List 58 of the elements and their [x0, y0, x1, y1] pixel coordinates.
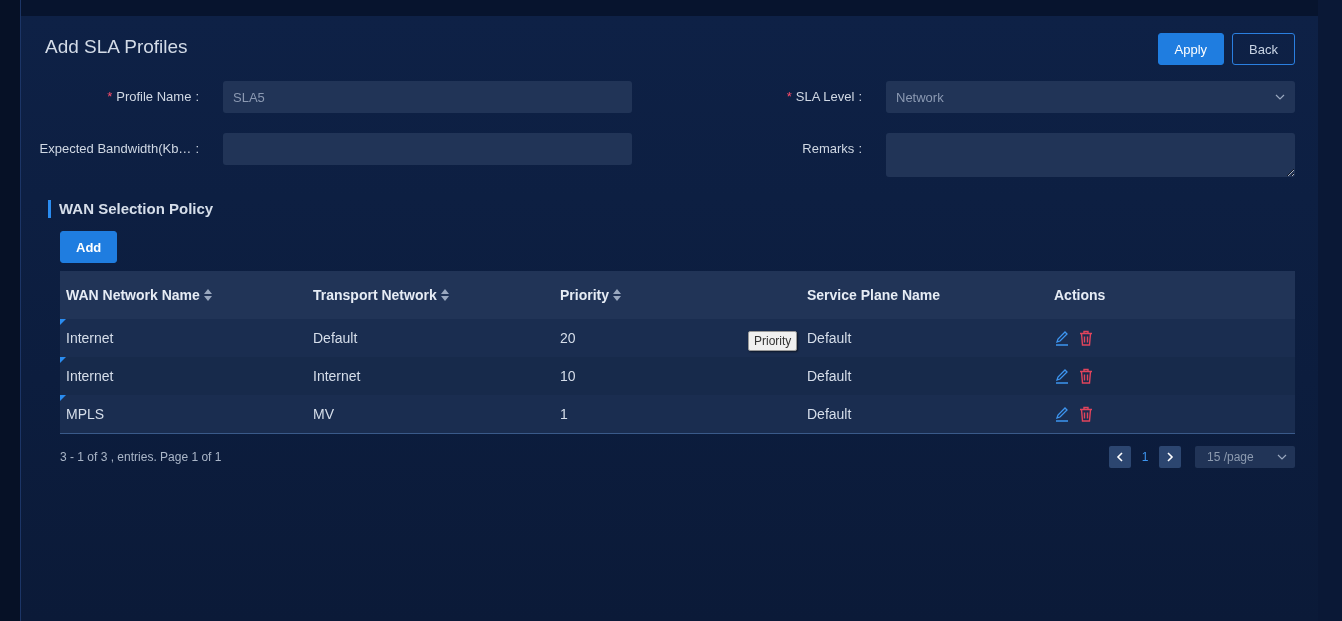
chevron-right-icon [1166, 452, 1174, 462]
sort-icon[interactable] [203, 289, 212, 301]
trash-icon[interactable] [1078, 406, 1094, 422]
table-cell: MPLS [66, 406, 105, 422]
edit-icon[interactable] [1054, 368, 1070, 384]
column-header: Actions [1053, 287, 1107, 303]
section-title: WAN Selection Policy [48, 200, 1295, 218]
chevron-down-icon [1275, 94, 1285, 100]
page-number[interactable]: 1 [1131, 450, 1159, 464]
page-title: Add SLA Profiles [45, 36, 189, 58]
sort-icon[interactable] [440, 289, 449, 301]
edit-icon[interactable] [1054, 330, 1070, 346]
field-label: Expected Bandwidth(Kb… [39, 141, 192, 156]
add-button[interactable]: Add [60, 231, 118, 263]
input-field[interactable]: SLA5 [223, 81, 632, 113]
scrollbar-track[interactable] [1318, 0, 1342, 621]
trash-icon[interactable] [1078, 330, 1094, 346]
table-cell: 1 [560, 406, 568, 422]
edit-icon[interactable] [1054, 406, 1070, 422]
column-header: Service Plane Name [806, 287, 942, 303]
tooltip: Priority [748, 331, 798, 351]
remarks-field[interactable] [886, 133, 1295, 177]
trash-icon[interactable] [1078, 368, 1094, 384]
table-cell: Default [807, 368, 852, 384]
required-asterisk: * [107, 89, 113, 104]
column-header[interactable]: Priority [554, 287, 801, 303]
table-cell: Default [807, 406, 852, 422]
colon: : [858, 141, 862, 156]
corner-marker-icon [60, 395, 66, 401]
field-label: SLA Level [795, 89, 855, 104]
previous-page-button[interactable] [1109, 446, 1131, 468]
table-cell: Internet [66, 330, 114, 346]
field-label: Profile Name [116, 89, 192, 104]
colon: : [195, 141, 199, 156]
corner-marker-icon [60, 319, 66, 325]
column-header[interactable]: Transport Network [307, 287, 554, 303]
table-cell: Internet [313, 368, 361, 384]
table-cell: 20 [560, 330, 576, 346]
colon: : [195, 89, 199, 104]
colon: : [858, 89, 862, 104]
required-asterisk: * [786, 89, 792, 104]
pagination-summary: 3 - 1 of 3 , entries. Page 1 of 1 [60, 450, 223, 464]
chevron-down-icon [1277, 454, 1287, 460]
table-cell: Default [313, 330, 358, 346]
sort-icon[interactable] [613, 289, 621, 301]
table-cell: MV [313, 406, 334, 422]
next-page-button[interactable] [1159, 446, 1181, 468]
back-button[interactable]: Back [1232, 33, 1295, 65]
page-size-select[interactable]: 15 /page [1195, 446, 1295, 468]
chevron-left-icon [1116, 452, 1124, 462]
table-cell: Default [807, 330, 852, 346]
field-label: Remarks [802, 141, 855, 156]
select-field[interactable]: Network [886, 81, 1295, 113]
apply-button[interactable]: Apply [1157, 33, 1225, 65]
column-header[interactable]: WAN Network Name [60, 287, 307, 303]
corner-marker-icon [60, 357, 66, 363]
table-cell: Internet [66, 368, 114, 384]
table-cell: 10 [560, 368, 576, 384]
